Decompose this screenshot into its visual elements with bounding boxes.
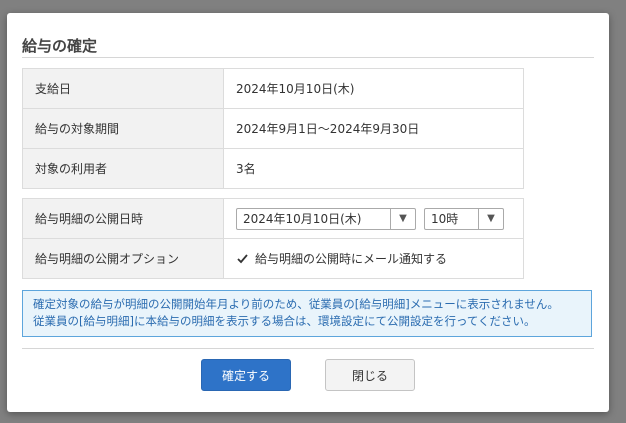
notice-box: 確定対象の給与が明細の公開開始年月より前のため、従業員の[給与明細]メニューに表… (22, 290, 592, 337)
table-row: 給与明細の公開オプション 給与明細の公開時にメール通知する (22, 238, 524, 279)
email-notify-checkbox[interactable] (236, 252, 249, 265)
chevron-down-icon: ▼ (390, 208, 415, 229)
chevron-down-icon: ▼ (478, 208, 503, 229)
pay-date-value: 2024年10月10日(木) (223, 68, 524, 109)
publish-option-label: 給与明細の公開オプション (22, 238, 224, 279)
title-divider (22, 57, 594, 58)
table-row: 給与の対象期間 2024年9月1日～2024年9月30日 (22, 108, 524, 149)
publish-datetime-label: 給与明細の公開日時 (22, 198, 224, 239)
period-label: 給与の対象期間 (22, 108, 224, 149)
publish-date-select[interactable]: 2024年10月10日(木) ▼ (236, 207, 416, 230)
pay-date-label: 支給日 (22, 68, 224, 109)
publish-settings-table: 給与明細の公開日時 2024年10月10日(木) ▼ 10時 ▼ 給与明細の公開… (22, 198, 524, 279)
table-row: 対象の利用者 3名 (22, 148, 524, 189)
dialog-title: 給与の確定 (22, 37, 98, 55)
publish-datetime-cell: 2024年10月10日(木) ▼ 10時 ▼ (223, 198, 524, 239)
notice-line: 従業員の[給与明細]に本給与の明細を表示する場合は、環境設定にて公開設定を行って… (33, 314, 536, 328)
table-row: 給与明細の公開日時 2024年10月10日(木) ▼ 10時 ▼ (22, 198, 524, 239)
footer-divider (22, 348, 594, 349)
table-row: 支給日 2024年10月10日(木) (22, 68, 524, 109)
publish-option-cell: 給与明細の公開時にメール通知する (223, 238, 524, 279)
period-value: 2024年9月1日～2024年9月30日 (223, 108, 524, 149)
payroll-summary-table: 支給日 2024年10月10日(木) 給与の対象期間 2024年9月1日～202… (22, 68, 524, 189)
close-button[interactable]: 閉じる (325, 359, 415, 391)
target-users-value: 3名 (223, 148, 524, 189)
confirm-payroll-dialog: 給与の確定 支給日 2024年10月10日(木) 給与の対象期間 2024年9月… (7, 13, 609, 412)
publish-hour-select[interactable]: 10時 ▼ (424, 207, 504, 230)
email-notify-label[interactable]: 給与明細の公開時にメール通知する (255, 252, 447, 266)
confirm-button[interactable]: 確定する (201, 359, 291, 391)
publish-date-value: 2024年10月10日(木) (243, 212, 362, 226)
publish-hour-value: 10時 (431, 212, 459, 226)
notice-line: 確定対象の給与が明細の公開開始年月より前のため、従業員の[給与明細]メニューに表… (33, 297, 559, 311)
target-users-label: 対象の利用者 (22, 148, 224, 189)
